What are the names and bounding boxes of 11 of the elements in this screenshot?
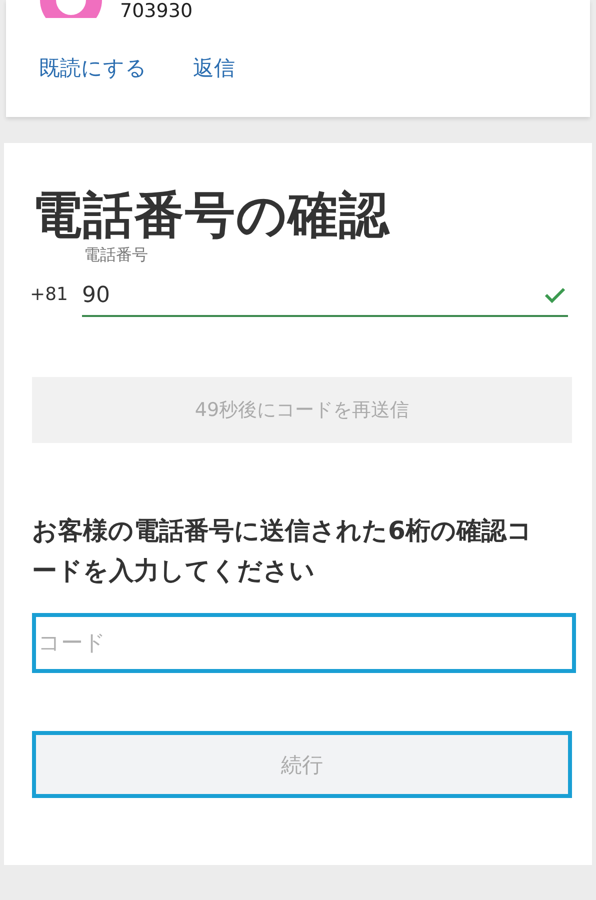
page-title: 電話番号の確認 [32,185,391,245]
code-field[interactable]: コード [32,613,576,673]
phone-field[interactable]: 90 [82,282,544,308]
check-icon [544,286,566,304]
sender-code: 703930 [120,0,193,22]
action-link[interactable]: 返信 [193,54,235,82]
instruction-text: お客様の電話番号に送信された6桁の確認コードを入力してください [32,515,534,587]
avatar-icon [40,0,102,18]
field-label: 電話番号 [84,245,149,265]
country-code: +81 [29,284,69,307]
action-link[interactable]: 既読にする [39,54,147,82]
